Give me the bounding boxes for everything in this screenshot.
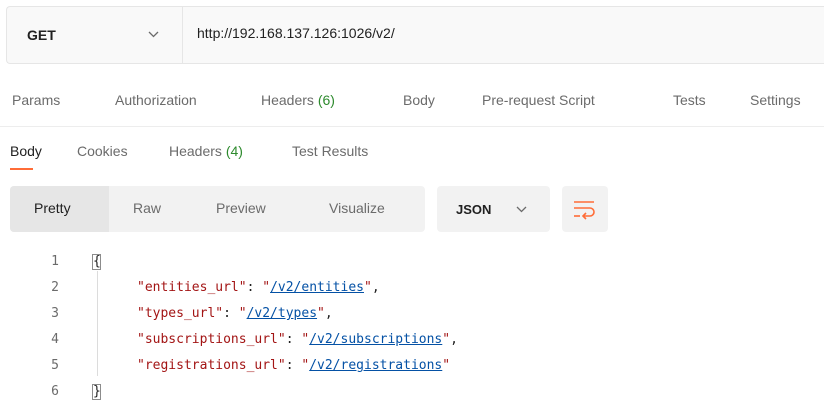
headers-count: (4) — [225, 143, 243, 159]
chevron-down-icon — [148, 31, 159, 38]
tab-label: Cookies — [77, 143, 128, 159]
open-brace[interactable]: { — [92, 254, 101, 270]
line-number: 3 — [51, 306, 59, 321]
tab-label: Tests — [673, 92, 706, 108]
method-select[interactable]: GET — [7, 7, 183, 63]
view-preview-button[interactable]: Preview — [216, 200, 266, 216]
close-brace[interactable]: } — [92, 384, 101, 400]
response-tab-headers[interactable]: Headers (4) — [169, 143, 243, 159]
tab-label: Params — [12, 92, 61, 108]
json-link[interactable]: /v2/types — [247, 306, 317, 321]
json-link[interactable]: /v2/subscriptions — [309, 332, 442, 347]
response-tab-body[interactable]: Body — [10, 143, 42, 159]
response-tab-test-results[interactable]: Test Results — [292, 143, 368, 159]
tab-tests[interactable]: Tests — [673, 92, 706, 108]
json-entry: "entities_url": "/v2/entities", — [137, 280, 380, 295]
tab-label: Body — [403, 92, 435, 108]
format-select[interactable] — [437, 186, 550, 232]
line-number: 1 — [51, 254, 59, 269]
tab-label: Test Results — [292, 143, 369, 159]
tab-label: Headers — [169, 143, 222, 159]
line-number: 4 — [51, 332, 59, 347]
tab-label: Settings — [750, 92, 801, 108]
line-number: 6 — [51, 384, 59, 399]
tab-headers[interactable]: Headers (6) — [261, 92, 335, 108]
active-tab-indicator — [10, 168, 33, 170]
json-comma: , — [450, 332, 458, 347]
json-key: "types_url" — [137, 306, 224, 321]
method-label: GET — [27, 27, 56, 43]
tab-settings[interactable]: Settings — [750, 92, 801, 108]
view-visualize-button[interactable]: Visualize — [329, 200, 385, 216]
json-comma: , — [371, 280, 380, 295]
tab-label: Body — [10, 143, 42, 159]
tab-label: Headers — [261, 92, 314, 108]
response-tab-cookies[interactable]: Cookies — [77, 143, 128, 159]
chevron-down-icon — [516, 206, 527, 213]
json-key: "entities_url" — [137, 280, 247, 295]
line-number: 5 — [51, 358, 59, 373]
json-link[interactable]: /v2/entities — [270, 280, 364, 295]
headers-count: (6) — [317, 92, 335, 108]
view-pretty-button[interactable]: Pretty — [34, 200, 71, 216]
json-link[interactable]: /v2/registrations — [309, 358, 442, 373]
divider — [0, 126, 824, 127]
tab-label: Authorization — [115, 92, 197, 108]
json-comma: , — [324, 306, 333, 321]
tab-params[interactable]: Params — [12, 92, 60, 108]
indent-guide — [97, 271, 98, 376]
url-input[interactable]: http://192.168.137.126:1026/v2/ — [197, 25, 395, 41]
tab-body[interactable]: Body — [403, 92, 435, 108]
tab-label: Pre-request Script — [482, 92, 595, 108]
json-key: "subscriptions_url" — [137, 332, 286, 347]
json-key: "registrations_url" — [137, 358, 286, 373]
line-number: 2 — [51, 280, 59, 295]
format-label: JSON — [456, 202, 492, 217]
json-entry: "registrations_url": "/v2/registrations" — [137, 358, 451, 373]
json-entry: "types_url": "/v2/types", — [137, 306, 333, 321]
json-entry: "subscriptions_url": "/v2/subscriptions"… — [137, 332, 458, 347]
tab-pre-request-script[interactable]: Pre-request Script — [482, 92, 595, 108]
tab-authorization[interactable]: Authorization — [115, 92, 197, 108]
view-raw-button[interactable]: Raw — [133, 200, 161, 216]
wrap-lines-icon — [574, 201, 595, 220]
